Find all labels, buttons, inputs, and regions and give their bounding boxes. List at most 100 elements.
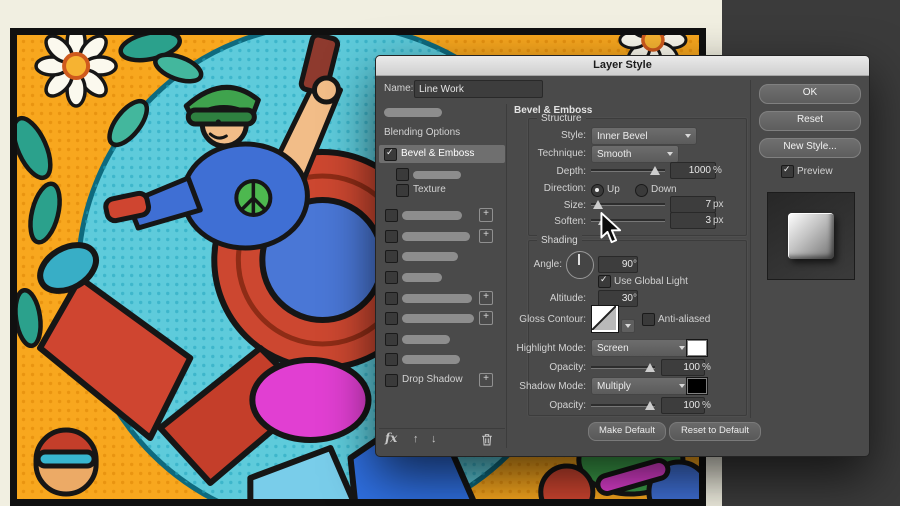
- shadow-opacity-unit: %: [702, 400, 711, 411]
- style-item-pill-5: [402, 294, 472, 303]
- depth-slider[interactable]: [591, 162, 665, 176]
- style-item-row-2[interactable]: [385, 229, 503, 243]
- technique-dropdown-value: Smooth: [597, 148, 632, 160]
- highlight-opacity-field[interactable]: 100: [661, 359, 705, 376]
- panel-divider-right: [750, 80, 751, 418]
- add-effect-button-2[interactable]: [479, 229, 493, 243]
- preview-checkbox[interactable]: [781, 164, 794, 178]
- use-global-light-checkbox[interactable]: [598, 274, 611, 288]
- styles-item-blending-options[interactable]: Blending Options: [384, 127, 460, 138]
- shadow-opacity-slider[interactable]: [591, 397, 655, 411]
- style-item-checkbox-4[interactable]: [385, 271, 398, 284]
- dialog-title: Layer Style: [593, 59, 652, 71]
- delete-effect-icon[interactable]: [481, 433, 493, 449]
- shadow-color-swatch[interactable]: [686, 377, 708, 395]
- direction-up-label: Up: [607, 184, 620, 195]
- style-label: Style:: [560, 130, 586, 141]
- style-item-row-4[interactable]: [385, 270, 503, 284]
- anti-aliased-checkbox[interactable]: [642, 313, 655, 326]
- fx-icon[interactable]: fx: [385, 432, 397, 444]
- contour-checkbox[interactable]: [396, 168, 409, 181]
- contour-pill: [413, 171, 461, 179]
- style-item-pill-3: [402, 252, 458, 261]
- highlight-mode-dropdown[interactable]: Screen: [591, 339, 691, 357]
- drop-shadow-label: Drop Shadow: [402, 374, 463, 385]
- style-item-pill-4: [402, 273, 442, 282]
- shadow-opacity-thumb[interactable]: [644, 401, 655, 410]
- gloss-contour-picker-button[interactable]: [621, 319, 635, 333]
- name-label: Name:: [384, 83, 414, 94]
- style-item-checkbox-3[interactable]: [385, 250, 398, 263]
- angle-value-field[interactable]: 90: [598, 256, 638, 273]
- shadow-mode-dropdown[interactable]: Multiply: [591, 377, 691, 395]
- move-up-icon[interactable]: [413, 433, 419, 445]
- soften-label: Soften:: [554, 216, 586, 227]
- size-label: Size:: [563, 200, 586, 211]
- style-item-checkbox-8[interactable]: [385, 353, 398, 366]
- texture-checkbox[interactable]: [396, 184, 409, 197]
- highlight-opacity-label: Opacity:: [549, 362, 586, 373]
- new-style-button[interactable]: New Style...: [759, 138, 861, 158]
- screen: Layer Style Name: Blending Options Bevel…: [0, 0, 900, 506]
- style-item-checkbox-7[interactable]: [385, 333, 398, 346]
- technique-dropdown[interactable]: Smooth: [591, 145, 679, 163]
- shadow-mode-label: Shadow Mode:: [519, 381, 586, 392]
- highlight-opacity-unit: %: [702, 362, 711, 373]
- style-dropdown[interactable]: Inner Bevel: [591, 127, 697, 145]
- size-unit: px: [713, 199, 724, 210]
- dialog-titlebar[interactable]: Layer Style: [376, 56, 869, 76]
- texture-label: Texture: [413, 184, 446, 195]
- style-item-pill-7: [402, 335, 450, 344]
- size-value-field[interactable]: 7: [670, 196, 716, 213]
- highlight-opacity-slider[interactable]: [591, 359, 655, 373]
- styles-list-toolbar: fx: [379, 428, 505, 453]
- bevel-emboss-label: Bevel & Emboss: [401, 148, 475, 159]
- use-global-light-label: Use Global Light: [614, 276, 688, 287]
- highlight-mode-value: Screen: [597, 342, 629, 354]
- move-down-icon[interactable]: [431, 433, 437, 445]
- style-item-pill-1: [402, 211, 462, 220]
- styles-header-pill: [384, 108, 442, 117]
- soften-unit: px: [713, 215, 724, 226]
- angle-dial[interactable]: [566, 251, 594, 279]
- altitude-label: Altitude:: [549, 293, 586, 304]
- gloss-contour-thumbnail[interactable]: [591, 305, 619, 333]
- style-item-checkbox-5[interactable]: [385, 292, 398, 305]
- soften-value-field[interactable]: 3: [670, 212, 716, 229]
- chevron-down-icon: [685, 134, 691, 138]
- depth-slider-thumb[interactable]: [649, 166, 660, 175]
- anti-aliased-label: Anti-aliased: [658, 314, 711, 325]
- style-item-pill-8: [402, 355, 460, 364]
- bevel-preview-square: [788, 213, 834, 259]
- drop-shadow-checkbox[interactable]: [385, 374, 398, 387]
- highlight-opacity-thumb[interactable]: [644, 363, 655, 372]
- reset-to-default-button[interactable]: Reset to Default: [669, 422, 761, 441]
- direction-label: Direction:: [543, 183, 586, 194]
- mouse-cursor: [598, 212, 624, 251]
- style-item-checkbox-6[interactable]: [385, 312, 398, 325]
- depth-value-field[interactable]: 1000: [670, 162, 716, 179]
- shadow-opacity-field[interactable]: 100: [661, 397, 705, 414]
- structure-legend: Structure: [537, 113, 586, 124]
- altitude-unit: °: [633, 293, 637, 304]
- reset-button[interactable]: Reset: [759, 111, 861, 131]
- chevron-down-icon: [625, 324, 631, 328]
- chevron-down-icon: [679, 384, 685, 388]
- chevron-down-icon: [667, 152, 673, 156]
- layer-name-input[interactable]: [414, 80, 543, 98]
- size-slider[interactable]: [591, 196, 665, 210]
- layer-style-dialog: Layer Style Name: Blending Options Bevel…: [375, 55, 870, 457]
- angle-label: Angle:: [533, 259, 562, 270]
- bevel-emboss-checkbox[interactable]: [384, 147, 397, 161]
- shading-legend: Shading: [537, 235, 582, 246]
- gloss-contour-label: Gloss Contour:: [519, 314, 586, 325]
- technique-label: Technique:: [537, 148, 586, 159]
- ok-button[interactable]: OK: [759, 84, 861, 104]
- make-default-button[interactable]: Make Default: [588, 422, 666, 441]
- style-item-checkbox-1[interactable]: [385, 209, 398, 222]
- highlight-mode-label: Highlight Mode:: [516, 343, 586, 354]
- highlight-color-swatch[interactable]: [686, 339, 708, 357]
- style-item-checkbox-2[interactable]: [385, 230, 398, 243]
- depth-label: Depth:: [556, 166, 586, 177]
- size-slider-thumb[interactable]: [592, 200, 603, 209]
